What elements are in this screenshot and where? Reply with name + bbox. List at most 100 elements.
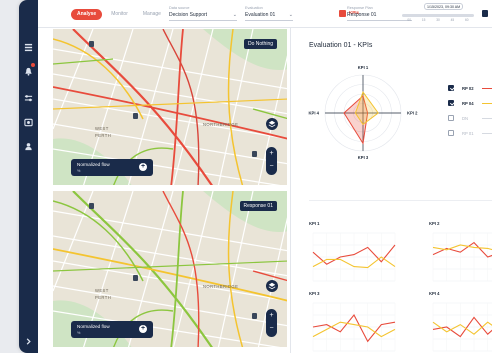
normalized-flow-legend[interactable]: Normalized flow % + (71, 321, 153, 338)
zoom-in-icon[interactable]: + (266, 309, 277, 322)
sidebar (19, 0, 38, 353)
zoom-out-icon[interactable]: − (266, 322, 277, 335)
checkbox[interactable] (448, 130, 454, 136)
radar-axis-label: KPI 3 (358, 155, 369, 160)
zoom-control[interactable]: + − (266, 147, 277, 175)
timeline-tick: 15 (421, 18, 426, 22)
station-icon (89, 41, 94, 47)
timeline-date: 1/15/2023, 09:30 AM (424, 3, 464, 10)
station-icon (252, 313, 257, 319)
kpi-toggle-icon[interactable] (339, 10, 346, 17)
area-label: NORTHBRIDGE (203, 122, 239, 127)
kpi-panel: Evaluation 01 - KPIs KPI 1 KPI 2 KPI 3 KPI … (290, 28, 492, 353)
evaluation-select[interactable]: Evaluation Evaluation 01 ⌄ (245, 6, 293, 21)
kpi-chart-2: KPI 2 (429, 221, 492, 285)
evaluation-value: Evaluation 01 (245, 12, 276, 18)
radar-axis-label: KPI 2 (407, 111, 418, 116)
flow-legend-title: Normalized flow (77, 324, 110, 329)
layers-icon (268, 282, 276, 290)
response-plan-value: Response 01 (347, 12, 377, 18)
map-panel-response[interactable]: Response 01 WEST PERTH NORTHBRIDGE + − N… (52, 190, 288, 348)
area-label: NORTHBRIDGE (203, 284, 239, 289)
area-label: WEST (95, 288, 109, 293)
radar-chart: KPI 1 KPI 2 KPI 3 KPI 4 (309, 65, 418, 160)
kpi-chart-1: KPI 1 (309, 221, 404, 285)
chevron-down-icon: ⌄ (232, 12, 237, 18)
area-label: PERTH (95, 295, 112, 300)
chart-title: KPI 2 (429, 221, 440, 226)
top-toolbar: Analyse Monitor Manage Data source Decis… (38, 0, 492, 28)
station-icon (133, 275, 138, 281)
expand-plus-icon[interactable]: + (139, 163, 147, 171)
legend-item-rp04[interactable]: RP 04 (448, 98, 492, 108)
legend-item-rp01[interactable]: RP 01 (448, 128, 492, 138)
sliders-icon[interactable] (24, 94, 33, 103)
tab-monitor[interactable]: Monitor (105, 9, 134, 20)
series-line (432, 244, 492, 251)
checkbox[interactable] (448, 85, 454, 91)
user-icon[interactable] (24, 142, 33, 151)
page-title: Evaluation 01 - KPIs (309, 42, 373, 49)
layers-icon (268, 120, 276, 128)
line-chart (312, 232, 396, 282)
chart-title: KPI 3 (309, 291, 320, 296)
zoom-in-icon[interactable]: + (266, 147, 277, 160)
area-label: WEST (95, 126, 109, 131)
data-source-value: Decision Support (169, 12, 208, 18)
layers-button[interactable] (266, 118, 278, 130)
series-legend: RP 02 RP 04 DN RP 01 (448, 83, 492, 143)
tab-manage[interactable]: Manage (137, 9, 167, 20)
data-source-select[interactable]: Data source Decision Support ⌄ (169, 6, 237, 21)
notification-dot (31, 63, 35, 67)
timeline-tick: 45 (450, 18, 455, 22)
area-label: PERTH (95, 133, 112, 138)
bell-icon[interactable] (24, 67, 33, 76)
chevron-down-icon: ⌄ (288, 12, 293, 18)
map-panel-do-nothing[interactable]: Do Nothing WEST PERTH NORTHBRIDGE + − No… (52, 28, 288, 186)
expand-chevron-icon[interactable] (24, 337, 33, 346)
legend-item-dn[interactable]: DN (448, 113, 492, 123)
scenario-label: Do Nothing (243, 39, 277, 49)
legend-item-rp02[interactable]: RP 02 (448, 83, 492, 93)
mode-tabs: Analyse Monitor Manage (71, 9, 167, 20)
grid-icon[interactable] (24, 43, 33, 52)
line-chart (432, 232, 492, 282)
line-chart (432, 302, 492, 352)
legend-label: RP 01 (462, 130, 474, 136)
kpi-chart-3: KPI 3 (309, 291, 404, 353)
checkbox[interactable] (448, 100, 454, 106)
station-icon (89, 203, 94, 209)
timeline-tick: 30 (436, 18, 440, 22)
flow-legend-unit: % (77, 331, 81, 335)
scenario-label: Response 01 (239, 201, 277, 211)
zoom-out-icon[interactable]: − (266, 160, 277, 173)
legend-swatch (482, 117, 492, 119)
station-icon (252, 151, 257, 157)
timeline-track[interactable] (402, 14, 474, 17)
evaluation-label: Evaluation (245, 6, 263, 10)
timeline-ticks: 00 15 30 45 60 (402, 18, 474, 22)
station-icon (133, 113, 138, 119)
legend-swatch (482, 102, 492, 104)
tab-analyse[interactable]: Analyse (71, 9, 103, 20)
legend-label: RP 02 (462, 85, 474, 91)
layers-button[interactable] (266, 280, 278, 292)
checkbox[interactable] (448, 115, 454, 121)
legend-swatch (482, 132, 492, 134)
normalized-flow-legend[interactable]: Normalized flow % + (71, 159, 153, 176)
legend-label: RP 04 (462, 100, 474, 106)
timeline-tick: 00 (407, 18, 411, 22)
app-window: Analyse Monitor Manage Data source Decis… (19, 0, 492, 353)
chart-title: KPI 4 (429, 291, 440, 296)
line-chart (312, 302, 396, 352)
time-slider[interactable]: 1/15/2023, 09:30 AM 00 15 30 45 60 (402, 3, 474, 25)
zoom-control[interactable]: + − (266, 309, 277, 337)
kpi-chart-4: KPI 4 (429, 291, 492, 353)
expand-plus-icon[interactable]: + (139, 325, 147, 333)
chart-title: KPI 1 (309, 221, 320, 226)
timeline-control-button[interactable] (482, 10, 488, 17)
flow-legend-unit: % (77, 169, 81, 173)
camera-icon[interactable] (24, 118, 33, 127)
timeline-tick: 60 (464, 18, 469, 22)
legend-label: DN (462, 115, 469, 121)
